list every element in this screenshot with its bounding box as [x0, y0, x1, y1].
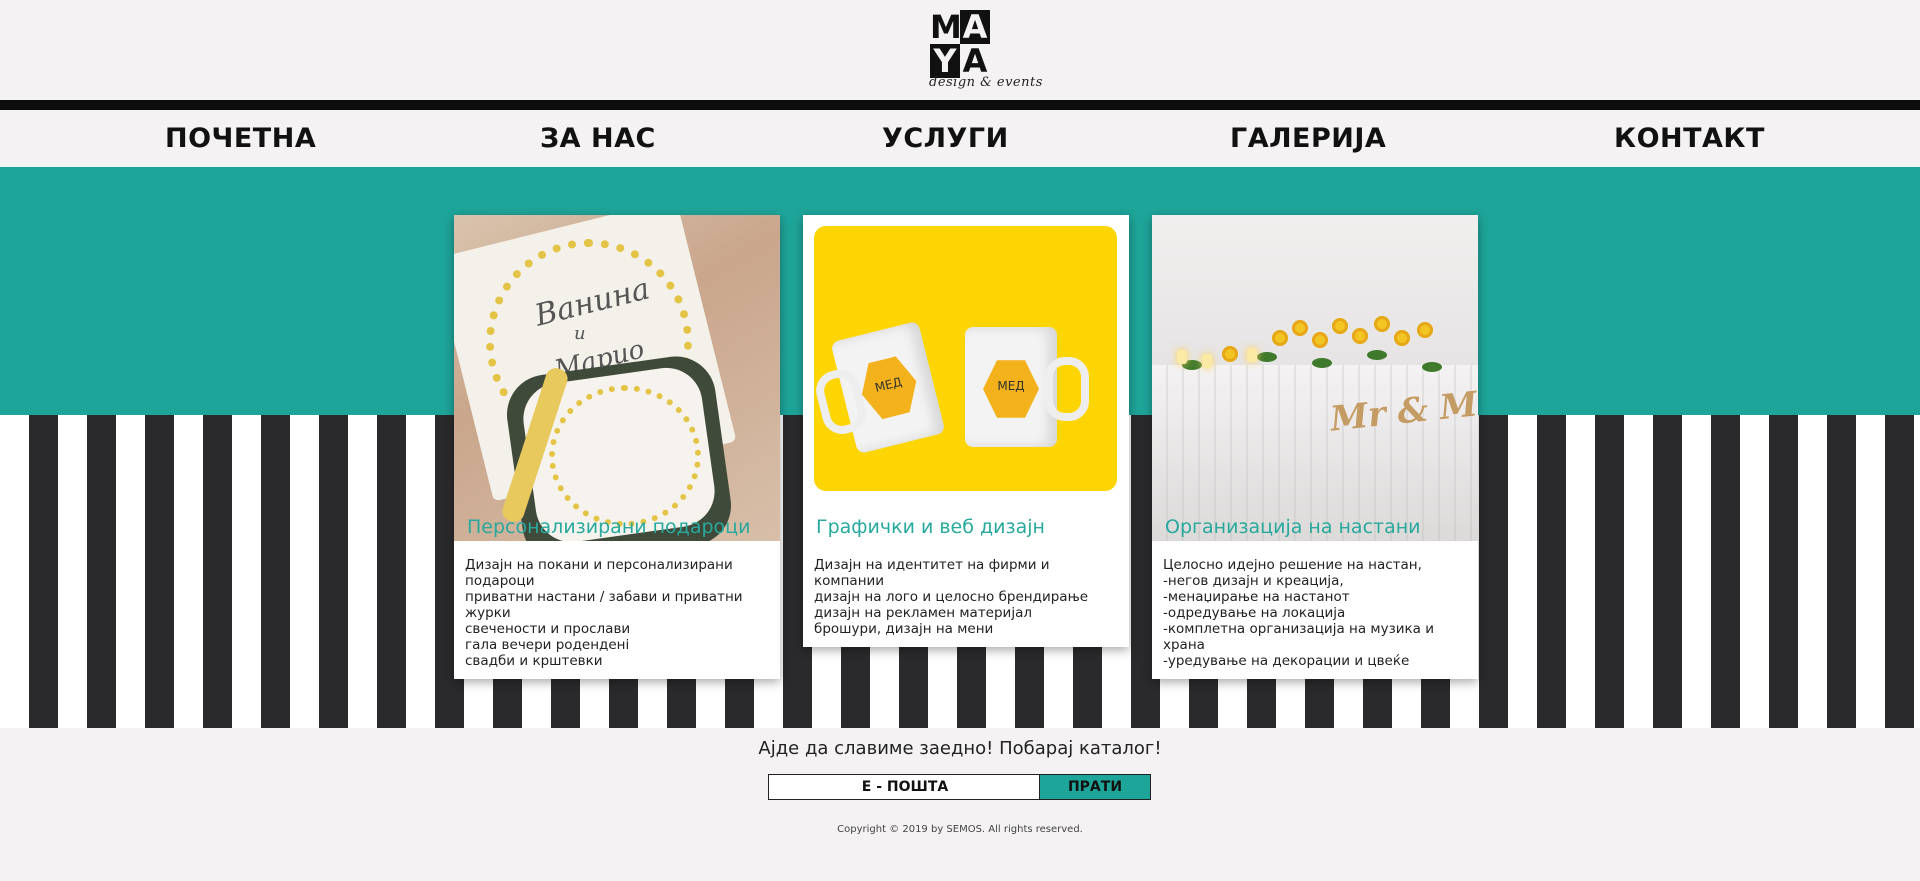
sunflower — [1332, 318, 1348, 334]
description-line: гала вечери роденденi — [465, 637, 630, 653]
service-card-design[interactable]: МЕД МЕД Графички и веб дизајн Дизајн на … — [803, 215, 1129, 647]
description-line: Целосно идејно решение на настан, — [1163, 557, 1422, 573]
description-line: свечености и прослави — [465, 621, 631, 637]
description-line: -уредување на декорации и цвеќе — [1163, 653, 1410, 669]
card-title: Персонализирани подароци — [467, 516, 751, 538]
leaf — [1367, 350, 1387, 360]
send-button[interactable]: ПРАТИ — [1039, 774, 1151, 800]
card-title: Организација на настани — [1165, 516, 1421, 538]
logo-letter: M — [930, 8, 962, 46]
invitation-and: и — [574, 323, 586, 344]
site-footer: Ајде да славиме заедно! Побарај каталог!… — [0, 728, 1920, 881]
description-line: Дизајн на покани и персонализирани подар… — [465, 557, 733, 589]
description-line: -комплетна организација на музика и хран… — [1163, 621, 1435, 653]
sunflower-arrangement — [1162, 310, 1462, 380]
logo-letter: A — [960, 10, 990, 44]
description-line: -менаџирање на настанот — [1163, 589, 1350, 605]
sunflower — [1394, 330, 1410, 346]
leaf — [1312, 358, 1332, 368]
nav-item-home[interactable]: ПОЧЕТНА — [165, 110, 316, 167]
sunflower — [1292, 320, 1308, 336]
mug-handle — [1045, 357, 1089, 421]
description-line: свадби и крштевки — [465, 653, 603, 669]
nav-item-gallery[interactable]: ГАЛЕРИЈА — [1230, 110, 1386, 167]
copyright-text: Copyright © 2019 by SEMOS. All rights re… — [837, 824, 1083, 835]
card-title: Графички и веб дизајн — [816, 516, 1045, 538]
description-line: Дизајн на идентитет на фирми и компании — [814, 557, 1050, 589]
header-divider — [0, 100, 1920, 110]
description-line: -негов дизајн и креација, — [1163, 573, 1344, 589]
candle — [1202, 354, 1212, 368]
description-line: брошури, дизајн на мени — [814, 621, 994, 637]
design-image: МЕД МЕД Графички и веб дизајн — [803, 215, 1129, 541]
candle — [1177, 350, 1187, 364]
sunflower — [1417, 322, 1433, 338]
catalog-cta-text: Ајде да славиме заедно! Побарај каталог! — [758, 738, 1162, 759]
mug-logo-text: МЕД — [873, 374, 904, 395]
gifts-image: Ванина и Марио Персонализирани подароци — [454, 215, 780, 541]
email-input[interactable] — [768, 774, 1042, 800]
leaf — [1422, 362, 1442, 372]
description-line: приватни настани / забави и приватни жур… — [465, 589, 743, 621]
description-line: дизајн на рекламен материјал — [814, 605, 1032, 621]
site-header: M A Y A design & events — [0, 0, 1920, 100]
logo-mark: M A Y A — [930, 10, 990, 78]
card-description: Дизајн на идентитет на фирми и компании … — [803, 541, 1129, 647]
lemon-wreath — [549, 385, 701, 527]
events-image: Mr & Mrs Организација на настани — [1152, 215, 1478, 541]
logo-letter: A — [962, 42, 988, 80]
card-description: Целосно идејно решение на настан, -негов… — [1152, 541, 1478, 679]
service-card-events[interactable]: Mr & Mrs Организација на настани Целосно… — [1152, 215, 1478, 679]
description-line: -одредување на локација — [1163, 605, 1346, 621]
maya-logo[interactable]: M A Y A design & events — [925, 6, 1045, 96]
mug-logo-text: МЕД — [997, 379, 1025, 393]
description-line: дизајн на лого и целосно брендирање — [814, 589, 1089, 605]
card-description: Дизајн на покани и персонализирани подар… — [454, 541, 780, 679]
main-nav: ПОЧЕТНА ЗА НАС УСЛУГИ ГАЛЕРИЈА КОНТАКТ — [0, 110, 1920, 167]
logo-letter: Y — [930, 44, 960, 78]
service-card-gifts[interactable]: Ванина и Марио Персонализирани подароци … — [454, 215, 780, 679]
nav-item-services[interactable]: УСЛУГИ — [882, 110, 1009, 167]
logo-tagline: design & events — [929, 75, 1043, 90]
nav-item-contact[interactable]: КОНТАКТ — [1614, 110, 1765, 167]
candle — [1247, 348, 1257, 362]
sunflower — [1222, 346, 1238, 362]
sunflower — [1312, 332, 1328, 348]
honey-logo-icon: МЕД — [983, 360, 1039, 418]
mug: МЕД — [965, 327, 1089, 447]
sunflower — [1272, 330, 1288, 346]
sunflower — [1374, 316, 1390, 332]
sunflower — [1352, 328, 1368, 344]
leaf — [1257, 352, 1277, 362]
nav-item-about[interactable]: ЗА НАС — [540, 110, 656, 167]
